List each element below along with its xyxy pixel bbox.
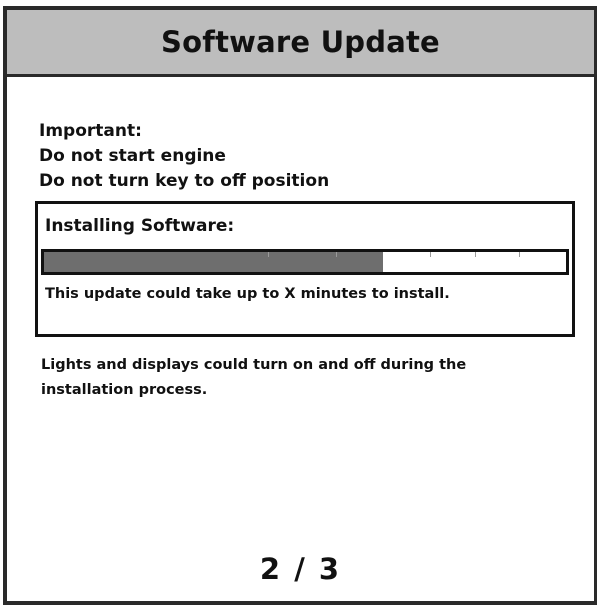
- page-title: Software Update: [161, 25, 440, 59]
- progress-tick: [336, 252, 338, 257]
- warning-block: Important: Do not start engine Do not tu…: [39, 119, 329, 194]
- warning-line-engine: Do not start engine: [39, 146, 226, 166]
- installing-software-label: Installing Software:: [45, 216, 235, 236]
- install-progress-fill: [44, 252, 384, 272]
- software-update-screen: Software Update Important: Do not start …: [3, 6, 597, 605]
- progress-tick: [474, 252, 476, 257]
- progress-tick: [519, 252, 521, 257]
- warning-heading: Important:: [39, 121, 142, 141]
- warning-line-key: Do not turn key to off position: [39, 171, 330, 191]
- installing-software-panel: Installing Software: This update could t…: [35, 201, 575, 337]
- progress-tick: [430, 252, 432, 257]
- install-duration-note: This update could take up to X minutes t…: [45, 286, 450, 302]
- progress-tick: [268, 252, 270, 257]
- install-info-text: Lights and displays could turn on and of…: [41, 357, 467, 398]
- install-progress-bar: [41, 249, 569, 275]
- title-bar: Software Update: [7, 10, 594, 77]
- page-indicator: 2 / 3: [259, 552, 342, 586]
